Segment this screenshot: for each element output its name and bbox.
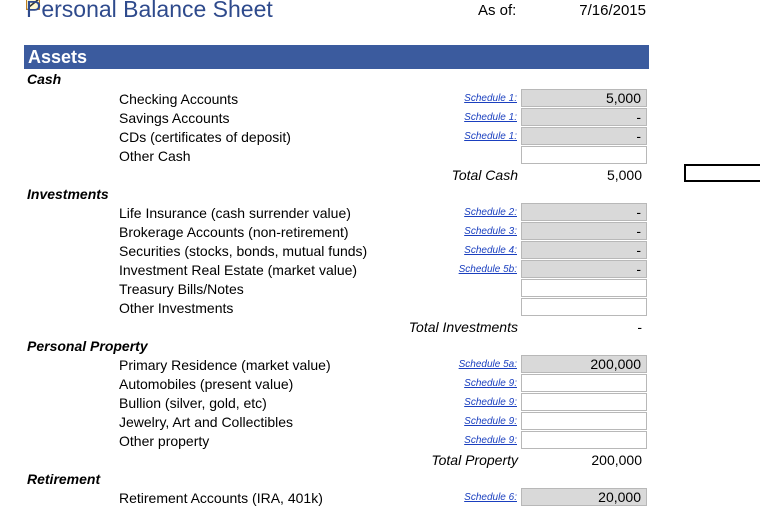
value-securities[interactable]: - <box>521 241 647 259</box>
value-treasury-bills[interactable] <box>521 279 647 297</box>
assets-header-band: Assets <box>24 45 649 69</box>
value-jewelry-art[interactable] <box>521 412 647 430</box>
item-checking-accounts: Checking Accounts <box>119 91 239 107</box>
item-other-investments: Other Investments <box>119 300 234 316</box>
selected-cell[interactable] <box>684 164 760 182</box>
item-savings-accounts: Savings Accounts <box>119 110 230 126</box>
schedule-link-cds[interactable]: Schedule 1: <box>431 131 517 142</box>
item-brokerage-accounts: Brokerage Accounts (non-retirement) <box>119 224 349 240</box>
schedule-link-retirement[interactable]: Schedule 6: <box>431 492 517 503</box>
value-other-cash[interactable] <box>521 146 647 164</box>
schedule-link-primary-residence[interactable]: Schedule 5a: <box>431 359 517 370</box>
assets-label: Assets <box>28 47 88 67</box>
section-property-label: Personal Property <box>27 338 148 354</box>
as-of-label: As of: <box>478 2 517 19</box>
page-title: Personal Balance Sheet <box>26 0 273 22</box>
section-cash-label: Cash <box>27 71 62 87</box>
schedule-link-jewelry-art[interactable]: Schedule 9: <box>431 416 517 427</box>
item-life-insurance: Life Insurance (cash surrender value) <box>119 205 351 221</box>
item-retirement-accounts: Retirement Accounts (IRA, 401k) <box>119 490 323 506</box>
schedule-link-bullion[interactable]: Schedule 9: <box>431 397 517 408</box>
value-primary-residence[interactable]: 200,000 <box>521 355 647 373</box>
item-other-property: Other property <box>119 433 210 449</box>
value-life-insurance[interactable]: - <box>521 203 647 221</box>
total-investments-label: Total Investments <box>408 319 518 335</box>
as-of-date[interactable]: 7/16/2015 <box>520 2 646 19</box>
item-other-cash: Other Cash <box>119 148 191 164</box>
value-savings-accounts[interactable]: - <box>521 108 647 126</box>
total-property-label: Total Property <box>431 452 518 468</box>
value-brokerage-accounts[interactable]: - <box>521 222 647 240</box>
value-cds[interactable]: - <box>521 127 647 145</box>
total-property-value: 200,000 <box>591 452 642 468</box>
schedule-link-checking[interactable]: Schedule 1: <box>431 93 517 104</box>
total-cash-value: 5,000 <box>606 167 642 183</box>
schedule-link-securities[interactable]: Schedule 4: <box>431 245 517 256</box>
value-other-property[interactable] <box>521 431 647 449</box>
schedule-link-life-insurance[interactable]: Schedule 2: <box>431 207 517 218</box>
total-cash-label: Total Cash <box>451 167 518 183</box>
value-retirement-accounts[interactable]: 20,000 <box>521 488 647 506</box>
item-jewelry-art: Jewelry, Art and Collectibles <box>119 414 294 430</box>
item-securities: Securities (stocks, bonds, mutual funds) <box>119 243 368 259</box>
item-automobiles: Automobiles (present value) <box>119 376 294 392</box>
value-investment-real-estate[interactable]: - <box>521 260 647 278</box>
value-bullion[interactable] <box>521 393 647 411</box>
schedule-link-brokerage[interactable]: Schedule 3: <box>431 226 517 237</box>
item-cds: CDs (certificates of deposit) <box>119 129 291 145</box>
item-investment-real-estate: Investment Real Estate (market value) <box>119 262 358 278</box>
item-primary-residence: Primary Residence (market value) <box>119 357 331 373</box>
total-investments-value: - <box>637 319 642 335</box>
value-other-investments[interactable] <box>521 298 647 316</box>
schedule-link-automobiles[interactable]: Schedule 9: <box>431 378 517 389</box>
schedule-link-savings[interactable]: Schedule 1: <box>431 112 517 123</box>
section-investments-label: Investments <box>27 186 109 202</box>
section-retirement-label: Retirement <box>27 471 101 487</box>
value-checking-accounts[interactable]: 5,000 <box>521 89 647 107</box>
item-treasury-bills: Treasury Bills/Notes <box>119 281 244 297</box>
schedule-link-investment-real-estate[interactable]: Schedule 5b: <box>431 264 517 275</box>
schedule-link-other-property[interactable]: Schedule 9: <box>431 435 517 446</box>
item-bullion: Bullion (silver, gold, etc) <box>119 395 267 411</box>
value-automobiles[interactable] <box>521 374 647 392</box>
